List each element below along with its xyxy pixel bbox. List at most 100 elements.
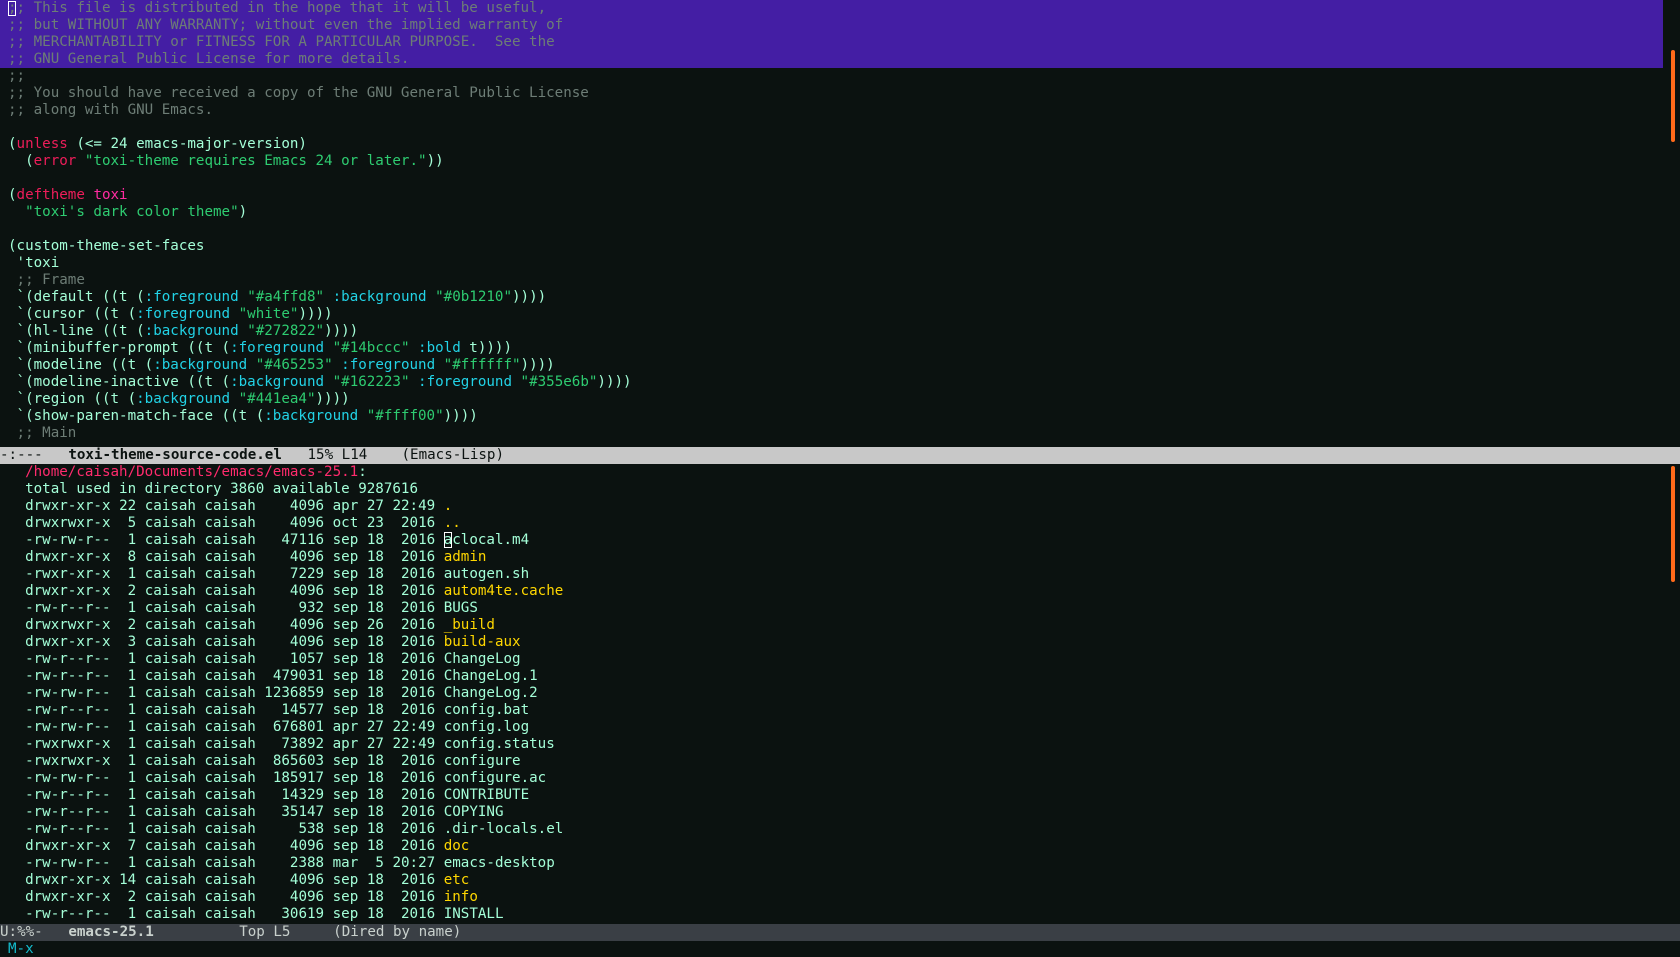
dired-file-name[interactable]: ChangeLog (444, 651, 521, 667)
code-line[interactable] (0, 119, 1663, 136)
dired-file-name[interactable]: configure (444, 753, 521, 769)
dired-file-name[interactable]: COPYING (444, 804, 504, 820)
dired-dir-name[interactable]: .. (444, 515, 461, 531)
dired-dir-name[interactable]: autom4te.cache (444, 583, 564, 599)
dired-entry[interactable]: -rw-r--r-- 1 caisah caisah 14329 sep 18 … (0, 787, 1663, 804)
dired-month: sep (332, 583, 359, 599)
dired-scrollbar-thumb[interactable] (1671, 466, 1675, 582)
dired-dir-name[interactable]: _build (444, 617, 495, 633)
dired-window[interactable]: /home/caisah/Documents/emacs/emacs-25.1:… (0, 464, 1663, 924)
code-line[interactable]: ;; but WITHOUT ANY WARRANTY; without eve… (0, 17, 1663, 34)
minibuffer[interactable]: M-x (0, 941, 1680, 957)
dired-time: 2016 (392, 634, 436, 650)
dired-group: caisah (204, 651, 256, 667)
code-line[interactable]: `(cursor ((t (:foreground "white")))) (0, 306, 1663, 323)
dired-file-name[interactable]: config.status (444, 736, 555, 752)
dired-group: caisah (204, 753, 256, 769)
code-token: t)))) (460, 340, 512, 356)
dired-entry[interactable]: drwxr-xr-x 14 caisah caisah 4096 sep 18 … (0, 872, 1663, 889)
dired-file-name[interactable]: CONTRIBUTE (444, 787, 529, 803)
dired-file-name[interactable]: ChangeLog.1 (444, 668, 538, 684)
code-line[interactable] (0, 170, 1663, 187)
code-line[interactable]: ;; Main (0, 425, 1663, 442)
dired-file-name[interactable]: .dir-locals.el (444, 821, 564, 837)
dired-entry[interactable]: -rwxrwxr-x 1 caisah caisah 73892 apr 27 … (0, 736, 1663, 753)
dired-file-name[interactable]: autogen.sh (444, 566, 529, 582)
dired-entry[interactable]: -rw-r--r-- 1 caisah caisah 35147 sep 18 … (0, 804, 1663, 821)
dired-file-name[interactable]: configure.ac (444, 770, 547, 786)
emacs-frame: ;; This file is distributed in the hope … (0, 0, 1680, 957)
dired-file-name[interactable]: INSTALL (444, 906, 504, 922)
dired-file-name[interactable]: config.bat (444, 702, 529, 718)
code-line[interactable]: `(default ((t (:foreground "#a4ffd8" :ba… (0, 289, 1663, 306)
dired-entry[interactable]: -rw-rw-r-- 1 caisah caisah 185917 sep 18… (0, 770, 1663, 787)
dired-entry[interactable]: -rw-r--r-- 1 caisah caisah 30619 sep 18 … (0, 906, 1663, 923)
dired-dir-name[interactable]: etc (444, 872, 470, 888)
dired-dir-name[interactable]: doc (444, 838, 470, 854)
code-token: 'toxi (8, 255, 60, 271)
dired-entry[interactable]: drwxr-xr-x 22 caisah caisah 4096 apr 27 … (0, 498, 1663, 515)
dired-entry[interactable]: -rw-r--r-- 1 caisah caisah 14577 sep 18 … (0, 702, 1663, 719)
code-line[interactable]: `(show-paren-match-face ((t (:background… (0, 408, 1663, 425)
dired-file-name[interactable]: aclocal.m4 (443, 532, 529, 548)
dired-entry[interactable]: drwxr-xr-x 7 caisah caisah 4096 sep 18 2… (0, 838, 1663, 855)
dired-dir-name[interactable]: . (444, 498, 453, 514)
code-buffer[interactable]: ;; This file is distributed in the hope … (0, 0, 1663, 442)
code-line[interactable]: `(modeline-inactive ((t (:background "#1… (0, 374, 1663, 391)
dired-path[interactable]: /home/caisah/Documents/emacs/emacs-25.1 (25, 464, 358, 480)
dired-entry[interactable]: drwxr-xr-x 8 caisah caisah 4096 sep 18 2… (0, 549, 1663, 566)
dired-dir-name[interactable]: admin (444, 549, 487, 565)
code-line[interactable]: 'toxi (0, 255, 1663, 272)
dired-entry[interactable]: -rw-r--r-- 1 caisah caisah 1057 sep 18 2… (0, 651, 1663, 668)
dired-file-name[interactable]: emacs-desktop (444, 855, 555, 871)
dired-time: 2016 (392, 770, 436, 786)
dired-entry[interactable]: drwxrwxr-x 5 caisah caisah 4096 oct 23 2… (0, 515, 1663, 532)
dired-permissions: -rw-r--r-- (25, 906, 111, 922)
code-line[interactable]: (unless (<= 24 emacs-major-version) (0, 136, 1663, 153)
code-line[interactable]: ;; Frame (0, 272, 1663, 289)
code-line[interactable]: `(minibuffer-prompt ((t (:foreground "#1… (0, 340, 1663, 357)
code-line[interactable] (0, 221, 1663, 238)
dired-entry[interactable]: -rw-rw-r-- 1 caisah caisah 1236859 sep 1… (0, 685, 1663, 702)
code-editor-window[interactable]: ;; This file is distributed in the hope … (0, 0, 1663, 447)
code-token-str: "#a4ffd8" (247, 289, 325, 305)
dired-entry[interactable]: -rwxr-xr-x 1 caisah caisah 7229 sep 18 2… (0, 566, 1663, 583)
code-line[interactable]: `(hl-line ((t (:background "#272822")))) (0, 323, 1663, 340)
code-token: `(show-paren-match-face ((t ( (8, 408, 265, 424)
dired-dir-name[interactable]: build-aux (444, 634, 521, 650)
code-line[interactable]: `(region ((t (:background "#441ea4")))) (0, 391, 1663, 408)
code-line[interactable]: "toxi's dark color theme") (0, 204, 1663, 221)
dired-entry[interactable]: -rw-rw-r-- 1 caisah caisah 47116 sep 18 … (0, 532, 1663, 549)
code-line[interactable]: ;; MERCHANTABILITY or FITNESS FOR A PART… (0, 34, 1663, 51)
code-line[interactable]: ;; GNU General Public License for more d… (0, 51, 1663, 68)
dired-entry[interactable]: drwxr-xr-x 2 caisah caisah 4096 sep 18 2… (0, 889, 1663, 906)
dired-dir-name[interactable]: info (444, 889, 478, 905)
dired-entry[interactable]: -rw-rw-r-- 1 caisah caisah 2388 mar 5 20… (0, 855, 1663, 872)
code-line[interactable]: `(modeline ((t (:background "#465253" :f… (0, 357, 1663, 374)
dired-entry[interactable]: -rw-r--r-- 1 caisah caisah 479031 sep 18… (0, 668, 1663, 685)
code-line[interactable]: (custom-theme-set-faces (0, 238, 1663, 255)
code-scrollbar-thumb[interactable] (1671, 50, 1675, 142)
dired-entry[interactable]: -rw-r--r-- 1 caisah caisah 538 sep 18 20… (0, 821, 1663, 838)
dired-entry[interactable]: -rwxrwxr-x 1 caisah caisah 865603 sep 18… (0, 753, 1663, 770)
dired-entry[interactable]: drwxr-xr-x 2 caisah caisah 4096 sep 18 2… (0, 583, 1663, 600)
dired-file-name[interactable]: ChangeLog.2 (444, 685, 538, 701)
dired-size: 4096 (264, 498, 325, 514)
dired-entry[interactable]: drwxr-xr-x 3 caisah caisah 4096 sep 18 2… (0, 634, 1663, 651)
code-line[interactable]: ;; (0, 68, 1663, 85)
dired-entry[interactable]: drwxrwxr-x 2 caisah caisah 4096 sep 26 2… (0, 617, 1663, 634)
dired-file-list[interactable]: drwxr-xr-x 22 caisah caisah 4096 apr 27 … (0, 498, 1663, 923)
code-line[interactable]: (error "toxi-theme requires Emacs 24 or … (0, 153, 1663, 170)
code-line[interactable]: ;; along with GNU Emacs. (0, 102, 1663, 119)
dired-entry[interactable]: -rw-r--r-- 1 caisah caisah 932 sep 18 20… (0, 600, 1663, 617)
code-line[interactable]: ;; You should have received a copy of th… (0, 85, 1663, 102)
code-scrollbar[interactable] (1663, 0, 1680, 447)
dired-file-name[interactable]: config.log (444, 719, 529, 735)
dired-file-name[interactable]: BUGS (444, 600, 478, 616)
dired-scrollbar[interactable] (1663, 464, 1680, 924)
dired-entry[interactable]: -rw-rw-r-- 1 caisah caisah 676801 apr 27… (0, 719, 1663, 736)
code-line[interactable]: (deftheme toxi (0, 187, 1663, 204)
dired-group: caisah (204, 617, 256, 633)
code-line[interactable]: ;; This file is distributed in the hope … (0, 0, 1663, 17)
